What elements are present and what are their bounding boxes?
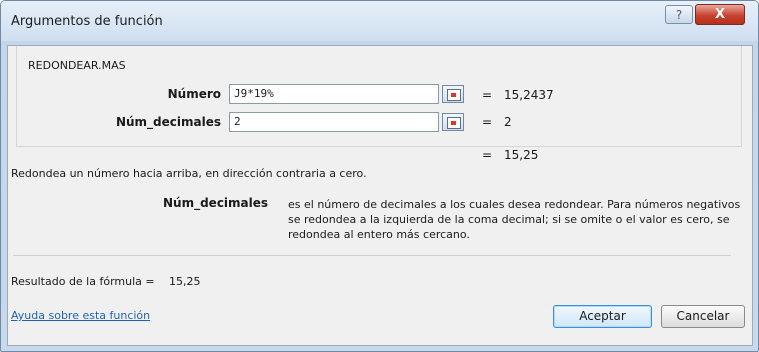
function-result: 15,25 xyxy=(504,148,539,162)
function-description: Redondea un número hacia arriba, en dire… xyxy=(11,167,367,180)
argument-label-numero: Número xyxy=(167,87,221,101)
ok-button[interactable]: Aceptar xyxy=(553,305,652,328)
function-arguments-dialog: Argumentos de función ? X REDONDEAR.MAS … xyxy=(0,0,759,352)
dialog-title: Argumentos de función xyxy=(11,14,163,29)
range-select-icon xyxy=(447,89,461,101)
function-name: REDONDEAR.MAS xyxy=(28,59,126,72)
argument-equals-sign: = xyxy=(482,115,493,129)
collapse-dialog-num-decimales-button[interactable] xyxy=(442,113,464,131)
title-bar[interactable]: Argumentos de función ? X xyxy=(1,1,758,41)
argument-help-text: es el número de decimales a los cuales d… xyxy=(288,198,741,241)
close-button[interactable]: X xyxy=(695,4,745,25)
divider xyxy=(13,255,731,256)
argument-help-label: Núm_decimales xyxy=(163,196,269,210)
collapse-dialog-numero-button[interactable] xyxy=(442,85,464,103)
formula-result-value: 15,25 xyxy=(169,275,201,288)
argument-result-numero: 15,2437 xyxy=(504,88,554,102)
cancel-button[interactable]: Cancelar xyxy=(661,305,745,328)
help-on-function-link[interactable]: Ayuda sobre esta función xyxy=(11,309,150,322)
function-result-equals-sign: = xyxy=(482,148,493,162)
argument-label-num-decimales: Núm_decimales xyxy=(115,115,221,129)
argument-input-num-decimales[interactable]: 2 xyxy=(229,112,439,132)
help-button[interactable]: ? xyxy=(665,5,693,24)
argument-result-num-decimales: 2 xyxy=(504,115,512,129)
formula-result-label: Resultado de la fórmula = xyxy=(11,275,155,288)
argument-equals-sign: = xyxy=(482,88,493,102)
argument-input-numero[interactable]: J9*19% xyxy=(229,84,439,104)
range-select-icon xyxy=(447,117,461,129)
